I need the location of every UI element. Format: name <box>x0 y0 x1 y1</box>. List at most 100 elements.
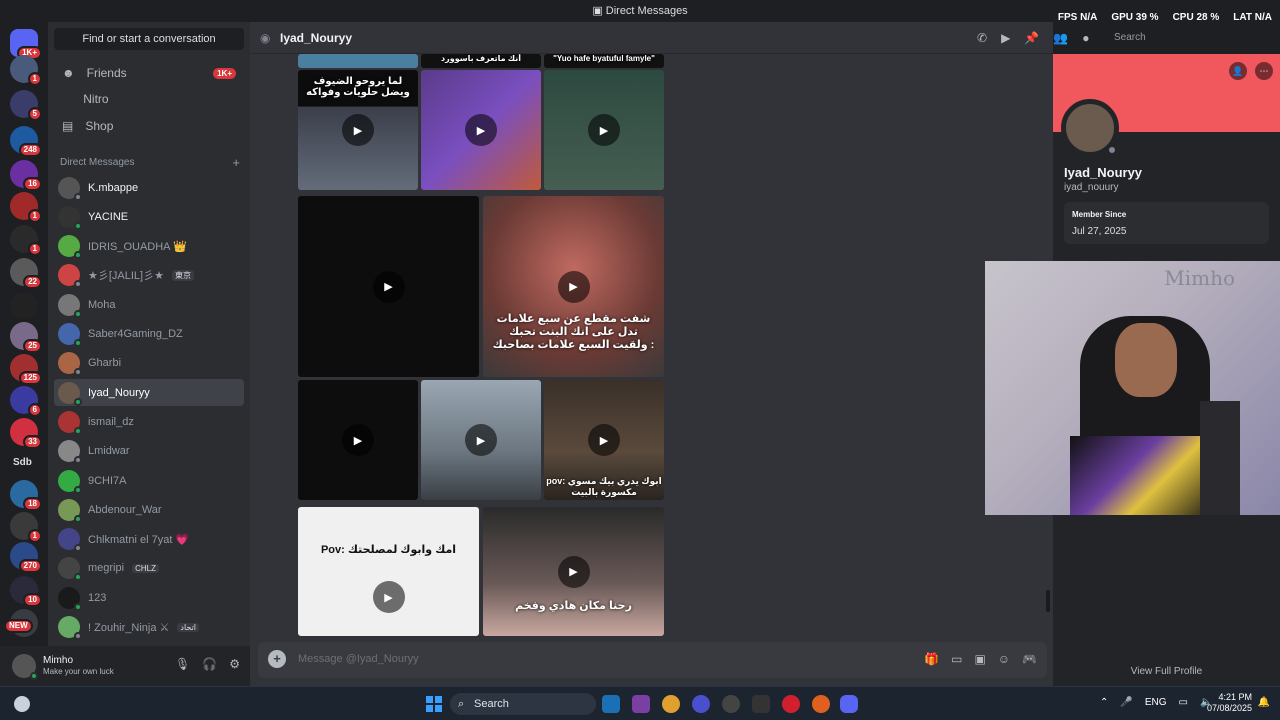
message-composer[interactable]: + Message @Iyad_Nouryy 🎁 ▭ ▣ ☺ 🎮 <box>258 642 1047 678</box>
dm-item[interactable]: YACINE <box>54 203 244 230</box>
play-icon[interactable]: ▶ <box>342 424 374 456</box>
play-icon[interactable]: ▶ <box>372 581 405 614</box>
server-icon[interactable]: 10 <box>10 576 42 607</box>
play-icon[interactable]: ▶ <box>465 424 497 456</box>
tray-expand-icon[interactable]: ⌃ <box>1100 697 1108 708</box>
vpn-icon[interactable] <box>692 695 710 713</box>
media-video[interactable]: Pov: امك وابوك لمصلحتك ▶ <box>298 507 479 636</box>
play-icon[interactable]: ▶ <box>342 114 374 146</box>
server-icon[interactable]: 1 <box>10 225 42 256</box>
server-icon[interactable]: 1 <box>10 192 42 223</box>
start-windows-icon[interactable] <box>426 696 442 712</box>
nav-nitro[interactable]: ◆Nitro <box>54 86 244 112</box>
server-icon[interactable]: NEW <box>4 609 38 637</box>
media-video[interactable]: ▶ <box>298 380 418 500</box>
more-options-icon[interactable]: ⋯ <box>1255 62 1273 80</box>
server-icon[interactable]: 1K+ <box>10 29 42 60</box>
play-icon[interactable]: ▶ <box>588 424 620 456</box>
dm-item[interactable]: ! Zouhir_Ninja ⚔ اتحاد <box>54 614 244 641</box>
server-icon[interactable]: 1 <box>10 55 42 86</box>
dm-item[interactable]: megripi CHLZ <box>54 555 244 582</box>
media-video[interactable]: ▶ رحنا مكان هادي وفخم <box>483 507 664 636</box>
media-video[interactable]: ▶ شفت مقطع عن سبع علامات تدل على انك البن… <box>483 196 664 377</box>
play-icon[interactable]: ▶ <box>372 270 405 303</box>
create-dm-icon[interactable]: + <box>232 155 240 170</box>
sticker-icon[interactable]: ▣ <box>974 652 985 666</box>
server-icon[interactable] <box>10 292 38 320</box>
server-icon[interactable]: 125 <box>10 354 42 385</box>
dm-item[interactable]: 123 <box>54 584 244 611</box>
dm-item[interactable]: K.mbappe <box>54 174 244 201</box>
taskbar-search[interactable]: ⌕ Search <box>450 693 596 715</box>
server-icon[interactable]: Sdb <box>10 450 38 478</box>
profile-toggle-icon[interactable]: ● <box>1082 31 1089 45</box>
chrome-icon[interactable] <box>662 695 680 713</box>
voice-call-icon[interactable]: ✆ <box>977 31 987 45</box>
discord-taskbar-icon[interactable] <box>840 695 858 713</box>
play-icon[interactable]: ▶ <box>557 555 590 588</box>
scrollbar-thumb[interactable] <box>1046 590 1050 612</box>
dm-item[interactable]: ★彡[JALIL]彡★ 東京 <box>54 262 244 289</box>
settings-gear-icon[interactable]: ⚙ <box>229 657 240 671</box>
dm-item[interactable]: Moha <box>54 291 244 318</box>
dm-item[interactable]: Gharbi <box>54 350 244 377</box>
app-icon[interactable] <box>632 695 650 713</box>
headphones-icon[interactable]: 🎧 <box>202 657 217 671</box>
attach-plus-icon[interactable]: + <box>268 650 286 668</box>
media-video[interactable]: ▶ pov: ابوك يدري بيك مسوي مكسورة بالبيت <box>544 380 664 500</box>
media-item[interactable]: "Yuo hafe byatuful famyle" <box>544 54 664 68</box>
microphone-icon[interactable]: 🎙 <box>175 657 190 671</box>
mic-tray-icon[interactable]: 🎤 <box>1120 697 1132 708</box>
server-icon[interactable]: 22 <box>10 258 42 289</box>
add-friend-icon[interactable]: 👥 <box>1053 31 1068 45</box>
dm-item[interactable]: Abdenour_War <box>54 496 244 523</box>
dm-item[interactable]: Chlkmatni el 7yat 💗 <box>54 526 244 553</box>
play-icon[interactable]: ▶ <box>588 114 620 146</box>
play-icon[interactable]: ▶ <box>557 270 590 303</box>
play-icon[interactable]: ▶ <box>465 114 497 146</box>
media-video[interactable]: ▶ <box>421 380 541 500</box>
app-icon-2[interactable] <box>752 695 770 713</box>
nav-shop[interactable]: ▤ Shop <box>54 113 244 139</box>
widgets-icon[interactable] <box>14 696 30 712</box>
dm-item[interactable]: ismail_dz <box>54 408 244 435</box>
dm-item[interactable]: IDRIS_OUADHA 👑 <box>54 233 244 260</box>
profile-avatar[interactable] <box>1061 99 1119 157</box>
add-friend-icon[interactable]: 👤 <box>1229 62 1247 80</box>
media-item[interactable] <box>298 54 418 68</box>
server-icon[interactable]: 6 <box>10 386 42 417</box>
activity-icon[interactable]: 🎮 <box>1022 652 1037 666</box>
network-icon[interactable]: ▭ <box>1179 697 1188 708</box>
dm-item[interactable]: Saber4Gaming_DZ <box>54 321 244 348</box>
server-icon[interactable]: 270 <box>10 542 42 573</box>
user-avatar[interactable] <box>12 654 38 680</box>
opera-icon[interactable] <box>782 695 800 713</box>
gift-icon[interactable]: 🎁 <box>924 652 939 666</box>
media-video[interactable]: لما يروحو الضيوف ويضل حلويات وفواكه ▶ <box>298 70 418 190</box>
dm-item[interactable]: 9CHI7A <box>54 467 244 494</box>
media-video[interactable]: ▶ <box>544 70 664 190</box>
server-icon[interactable]: 25 <box>10 322 42 353</box>
server-icon[interactable]: 18 <box>10 480 42 511</box>
server-icon[interactable]: 1 <box>10 512 42 543</box>
dm-item[interactable]: Lmidwar <box>54 438 244 465</box>
gif-icon[interactable]: ▭ <box>951 652 962 666</box>
server-icon[interactable]: 248 <box>10 126 42 157</box>
notification-icon[interactable]: 🔔 <box>1258 697 1270 708</box>
firefox-icon[interactable] <box>812 695 830 713</box>
server-icon[interactable]: 33 <box>10 418 42 449</box>
emoji-icon[interactable]: ☺ <box>998 652 1010 666</box>
language-indicator[interactable]: ENG <box>1145 697 1167 708</box>
clock[interactable]: 4:21 PM 07/08/2025 <box>1207 692 1252 714</box>
media-video[interactable]: ▶ <box>298 196 479 377</box>
find-conversation-button[interactable]: Find or start a conversation <box>54 28 244 50</box>
video-call-icon[interactable]: ▶ <box>1001 31 1010 45</box>
nav-friends[interactable]: ☻ Friends 1K+ <box>54 60 244 86</box>
server-icon[interactable]: 5 <box>10 90 42 121</box>
view-full-profile-link[interactable]: View Full Profile <box>1053 666 1280 677</box>
chatgpt-icon[interactable] <box>722 695 740 713</box>
server-icon[interactable]: 16 <box>10 160 42 191</box>
dm-item[interactable]: Iyad_Nouryy <box>54 379 244 407</box>
search-input[interactable]: Search <box>1110 29 1272 47</box>
message-input[interactable]: Message @Iyad_Nouryy <box>298 653 419 665</box>
